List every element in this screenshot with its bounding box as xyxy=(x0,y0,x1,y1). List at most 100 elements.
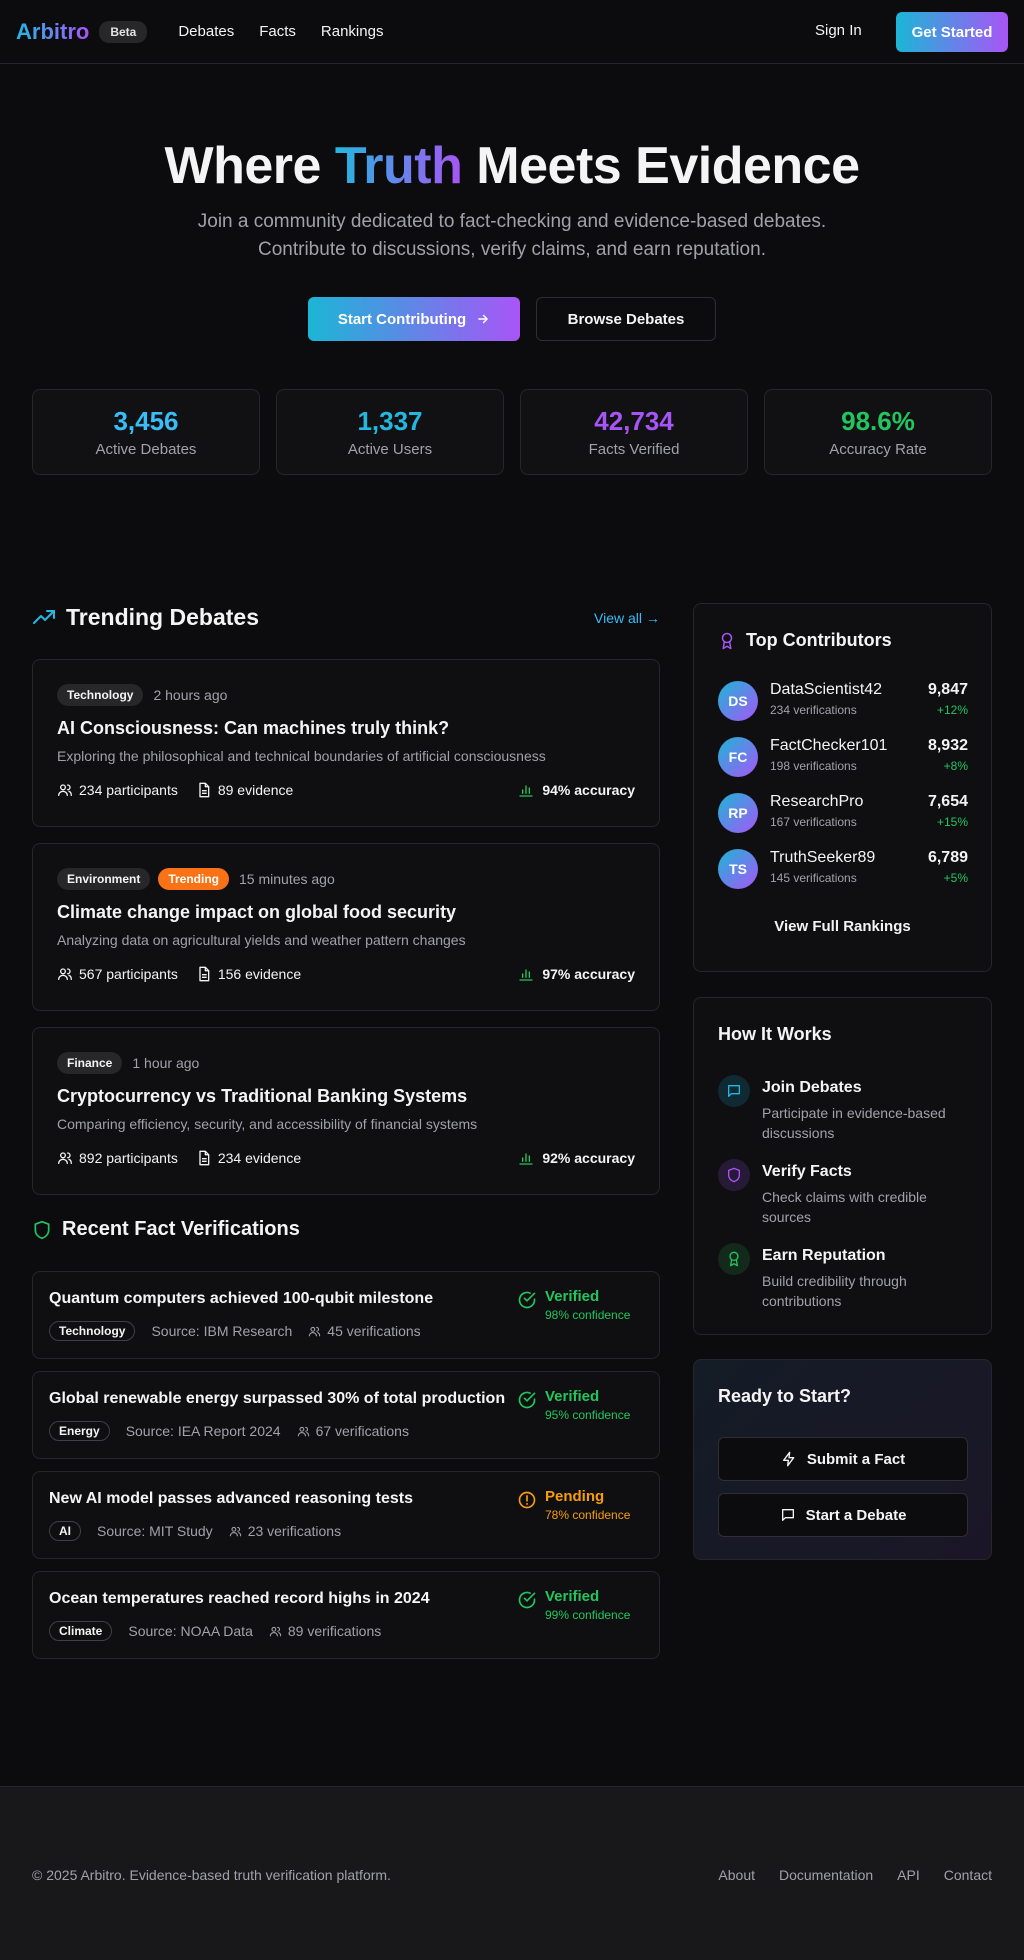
category-tag[interactable]: Finance xyxy=(57,1052,123,1074)
trending-debates-title: Trending Debates xyxy=(66,604,259,630)
fact-category-tag[interactable]: Technology xyxy=(49,1321,136,1341)
accuracy-indicator: 97% accuracy xyxy=(518,966,635,982)
fact-title[interactable]: New AI model passes advanced reasoning t… xyxy=(49,1490,413,1508)
top-nav: Arbitro Beta Debates Facts Rankings Sign… xyxy=(0,0,1024,64)
get-started-button[interactable]: Get Started xyxy=(896,12,1008,52)
debate-time: 1 hour ago xyxy=(132,1055,200,1071)
debate-title[interactable]: AI Consciousness: Can machines truly thi… xyxy=(57,718,449,739)
contributor-row[interactable]: RP ResearchPro 167 verifications 7,654 +… xyxy=(718,791,968,835)
contributor-name: FactChecker101 xyxy=(770,737,888,754)
hero-subtitle: Join a community dedicated to fact-check… xyxy=(197,211,827,260)
debate-card[interactable]: Environment Trending 15 minutes ago Clim… xyxy=(32,843,660,1011)
contributor-score: 6,789 xyxy=(927,849,968,866)
fact-source: Source: MIT Study xyxy=(97,1523,213,1539)
debate-description: Exploring the philosophical and technica… xyxy=(57,748,546,764)
fact-card[interactable]: New AI model passes advanced reasoning t… xyxy=(32,1471,660,1559)
debate-title[interactable]: Climate change impact on global food sec… xyxy=(57,902,456,923)
fact-card[interactable]: Global renewable energy surpassed 30% of… xyxy=(32,1371,660,1459)
bar-chart-icon xyxy=(518,966,534,982)
status-label: Verified xyxy=(545,1288,600,1305)
contributor-score: 8,932 xyxy=(927,737,968,754)
evidence-label: 234 evidence xyxy=(217,1150,302,1166)
fact-card[interactable]: Ocean temperatures reached record highs … xyxy=(32,1571,660,1659)
document-icon xyxy=(196,782,212,798)
document-icon xyxy=(196,1150,212,1166)
step-title: Join Debates xyxy=(762,1079,862,1096)
step-description: Check claims with credible sources xyxy=(762,1189,927,1225)
contributor-delta: +5% xyxy=(943,871,968,885)
debate-title[interactable]: Cryptocurrency vs Traditional Banking Sy… xyxy=(57,1086,467,1107)
contributor-verifications: 145 verifications xyxy=(770,871,857,885)
debate-description: Comparing efficiency, security, and acce… xyxy=(57,1116,478,1132)
accuracy-label: 94% accuracy xyxy=(542,782,635,798)
how-it-works-title: How It Works xyxy=(718,1024,832,1044)
category-tag[interactable]: Technology xyxy=(57,684,144,706)
fact-status: Verified 95% confidence xyxy=(517,1388,630,1422)
view-all-link[interactable]: View all → xyxy=(594,610,660,626)
view-full-rankings-button[interactable]: View Full Rankings xyxy=(694,918,991,935)
footer-link-contact[interactable]: Contact xyxy=(944,1867,992,1883)
submit-fact-button[interactable]: Submit a Fact xyxy=(718,1437,968,1481)
fact-status: Pending 78% confidence xyxy=(517,1488,630,1522)
fact-title[interactable]: Ocean temperatures reached record highs … xyxy=(49,1590,430,1608)
contributor-row[interactable]: TS TruthSeeker89 145 verifications 6,789… xyxy=(718,847,968,891)
nav-link-facts[interactable]: Facts xyxy=(259,23,296,40)
avatar: DS xyxy=(718,681,758,721)
evidence-label: 156 evidence xyxy=(217,966,302,982)
top-contributors-panel: Top Contributors DS DataScientist42 234 … xyxy=(693,603,992,972)
users-icon xyxy=(229,1525,242,1538)
fact-meta: Technology Source: IBM Research 45 verif… xyxy=(49,1321,421,1341)
footer-link-api[interactable]: API xyxy=(897,1867,920,1883)
contributor-name: DataScientist42 xyxy=(770,681,883,698)
debate-meta: 892 participants 234 evidence xyxy=(57,1150,301,1166)
footer-link-documentation[interactable]: Documentation xyxy=(779,1867,873,1883)
debate-card[interactable]: Finance 1 hour ago Cryptocurrency vs Tra… xyxy=(32,1027,660,1195)
contributor-row[interactable]: DS DataScientist42 234 verifications 9,8… xyxy=(718,679,968,723)
participants-label: 892 participants xyxy=(79,1150,178,1166)
lightning-icon xyxy=(781,1451,797,1467)
debate-card[interactable]: Technology 2 hours ago AI Consciousness:… xyxy=(32,659,660,827)
users-icon xyxy=(57,1150,73,1166)
confidence-label: 98% confidence xyxy=(545,1308,631,1322)
fact-title[interactable]: Global renewable energy surpassed 30% of… xyxy=(49,1390,505,1408)
fact-category-tag[interactable]: Climate xyxy=(49,1621,113,1641)
browse-debates-button[interactable]: Browse Debates xyxy=(536,297,716,341)
award-icon xyxy=(718,1243,750,1275)
nav-link-rankings[interactable]: Rankings xyxy=(321,23,384,40)
users-icon xyxy=(297,1425,310,1438)
users-icon xyxy=(57,966,73,982)
users-icon xyxy=(57,782,73,798)
stat-card-active-users: 1,337 Active Users xyxy=(276,389,504,475)
bar-chart-icon xyxy=(518,1150,534,1166)
fact-source: Source: IEA Report 2024 xyxy=(125,1423,281,1439)
start-contributing-button[interactable]: Start Contributing xyxy=(308,297,520,341)
evidence-count: 156 evidence xyxy=(196,966,301,982)
submit-fact-label: Submit a Fact xyxy=(806,1450,906,1468)
participants-label: 234 participants xyxy=(79,782,178,798)
fact-category-tag[interactable]: AI xyxy=(49,1521,81,1541)
category-tag[interactable]: Environment xyxy=(57,868,151,890)
hero-title: Where Truth Meets Evidence xyxy=(0,136,1024,196)
debate-description: Analyzing data on agricultural yields an… xyxy=(57,932,466,948)
stat-value: 42,734 xyxy=(594,406,674,436)
fact-card[interactable]: Quantum computers achieved 100-qubit mil… xyxy=(32,1271,660,1359)
logo[interactable]: Arbitro xyxy=(16,19,89,45)
shield-icon xyxy=(718,1159,750,1191)
nav-link-debates[interactable]: Debates xyxy=(178,23,234,40)
stat-label: Facts Verified xyxy=(588,441,680,458)
footer-copyright: © 2025 Arbitro. Evidence-based truth ver… xyxy=(32,1867,391,1883)
check-circle-icon xyxy=(517,1390,537,1422)
footer-link-about[interactable]: About xyxy=(718,1867,755,1883)
start-debate-button[interactable]: Start a Debate xyxy=(718,1493,968,1537)
stat-card-accuracy-rate: 98.6% Accuracy Rate xyxy=(764,389,992,475)
sign-in-link[interactable]: Sign In xyxy=(815,22,862,39)
accuracy-indicator: 94% accuracy xyxy=(518,782,635,798)
fact-meta: AI Source: MIT Study 23 verifications xyxy=(49,1521,341,1541)
fact-category-tag[interactable]: Energy xyxy=(49,1421,110,1441)
fact-title[interactable]: Quantum computers achieved 100-qubit mil… xyxy=(49,1290,433,1308)
verifications-count: 67 verifications xyxy=(297,1423,409,1439)
evidence-count: 234 evidence xyxy=(196,1150,301,1166)
contributor-row[interactable]: FC FactChecker101 198 verifications 8,93… xyxy=(718,735,968,779)
confidence-label: 78% confidence xyxy=(545,1508,631,1522)
stat-value: 1,337 xyxy=(357,406,423,436)
